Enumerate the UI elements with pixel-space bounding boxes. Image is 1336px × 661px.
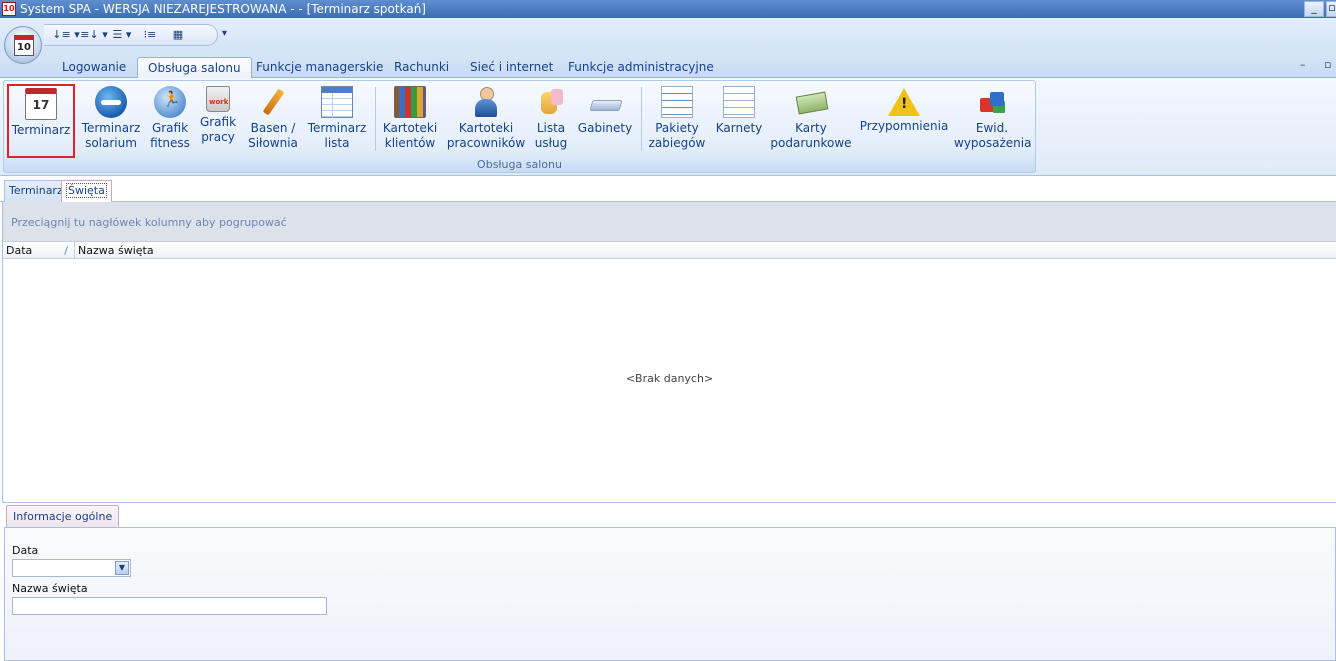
pakiety-zabiegow-button[interactable]: Pakiety zabiegów: [648, 84, 706, 158]
quick-access-toolbar: 10 ↓≡ ▾ ≡↓ ▾ ☰ ▾ ⁝≡ ▦ ▾: [0, 18, 1336, 64]
tab-informacje-ogolne[interactable]: Informacje ogólne: [6, 505, 120, 527]
karnety-button[interactable]: Karnety: [712, 84, 766, 158]
karnety-label: Karnety: [715, 121, 763, 135]
kartoteki-klientow-button[interactable]: Kartoteki klientów: [382, 84, 438, 158]
money-icon: [795, 86, 827, 118]
details-form: Data ▼ Nazwa święta: [4, 527, 1336, 661]
tab-swieta-label: Święta: [66, 183, 107, 198]
list-icon: [723, 86, 755, 118]
date-field-label: Data: [12, 544, 39, 557]
list-view-button[interactable]: ⁝≡: [136, 26, 164, 44]
sort-indicator-icon: /: [64, 244, 68, 257]
application-menu-button[interactable]: 10: [4, 26, 42, 64]
basen-silownia-button[interactable]: Basen / Siłownia: [245, 84, 301, 158]
empty-grid-message: <Brak danych>: [625, 372, 714, 385]
calendar-icon: 17: [25, 88, 57, 120]
grafik-pracy-button[interactable]: Grafik pracy: [196, 84, 240, 158]
runner-icon: [154, 86, 186, 118]
terminarz-button[interactable]: 17 Terminarz: [7, 84, 75, 158]
ribbon-group-label: Obsługa salonu: [477, 158, 562, 171]
terminarz-solarium-label: Terminarz solarium: [81, 121, 141, 150]
ribbon-separator: [375, 87, 376, 151]
terminarz-lista-label: Terminarz lista: [307, 121, 367, 150]
tab-funkcje-administracyjne[interactable]: Funkcje administracyjne: [558, 57, 724, 78]
tab-obsluga-salonu[interactable]: Obsługa salonu: [137, 57, 252, 79]
bed-icon: [589, 86, 621, 118]
karty-podarunkowe-label: Karty podarunkowe: [770, 121, 852, 150]
grafik-fitness-button[interactable]: Grafik fitness: [148, 84, 192, 158]
hand-icon: [535, 86, 567, 118]
cubes-icon: [976, 86, 1008, 118]
tab-terminarz[interactable]: Terminarz: [4, 180, 68, 202]
tab-siec-i-internet[interactable]: Sieć i internet: [460, 57, 563, 78]
minimize-button[interactable]: _: [1304, 1, 1324, 17]
basen-silownia-label: Basen / Siłownia: [248, 121, 298, 150]
date-field[interactable]: ▼: [12, 559, 131, 577]
gabinety-label: Gabinety: [577, 121, 633, 135]
sort-descending-button[interactable]: ≡↓ ▾: [80, 26, 108, 44]
work-mug-icon: [206, 86, 230, 112]
pakiety-zabiegow-label: Pakiety zabiegów: [648, 121, 706, 150]
checklist-icon: [661, 86, 693, 118]
przypomnienia-button[interactable]: Przypomnienia: [859, 84, 949, 158]
gabinety-button[interactable]: Gabinety: [576, 84, 634, 158]
terminarz-label: Terminarz: [11, 123, 71, 137]
column-header-nazwa-swieta[interactable]: Nazwa święta: [75, 242, 154, 259]
karty-podarunkowe-button[interactable]: Karty podarunkowe: [770, 84, 852, 158]
lista-uslug-label: Lista usług: [534, 121, 568, 150]
ribbon-separator: [641, 87, 642, 151]
kartoteki-klientow-label: Kartoteki klientów: [382, 121, 438, 150]
details-panel: Informacje ogólne Data ▼ Nazwa święta: [2, 502, 1336, 661]
window-title: System SPA - WERSJA NIEZAREJESTROWANA - …: [20, 2, 426, 16]
chevron-down-icon[interactable]: ▼: [115, 561, 129, 575]
lista-uslug-button[interactable]: Lista usług: [530, 84, 572, 158]
quick-access-buttons: ↓≡ ▾ ≡↓ ▾ ☰ ▾ ⁝≡ ▦: [44, 24, 218, 46]
ribbon-tabs: Logowanie Obsługa salonu Funkcje manager…: [0, 52, 1336, 79]
calendar-icon: 10: [14, 35, 34, 56]
tab-funkcje-managerskie[interactable]: Funkcje managerskie: [246, 57, 393, 78]
grafik-pracy-label: Grafik pracy: [199, 115, 237, 144]
kartoteki-pracownikow-button[interactable]: Kartoteki pracowników: [444, 84, 528, 158]
tab-swieta[interactable]: Święta: [61, 180, 112, 202]
solarium-icon: [95, 86, 127, 118]
przypomnienia-label: Przypomnienia: [859, 119, 949, 133]
person-icon: [470, 86, 502, 118]
title-bar: 10 System SPA - WERSJA NIEZAREJESTROWANA…: [0, 0, 1336, 18]
tab-logowanie[interactable]: Logowanie: [52, 57, 136, 78]
ribbon-restore-button[interactable]: ▫: [1324, 58, 1331, 71]
column-header-data-label: Data: [6, 244, 33, 257]
group-by-panel[interactable]: Przeciągnij tu nagłówek kolumny aby pogr…: [3, 202, 1336, 241]
books-icon: [394, 86, 426, 118]
holidays-grid: Przeciągnij tu nagłówek kolumny aby pogr…: [2, 202, 1336, 502]
ribbon-panel: 17 Terminarz Terminarz solarium Grafik f…: [0, 78, 1336, 176]
kartoteki-pracownikow-label: Kartoteki pracowników: [446, 121, 526, 150]
restore-button[interactable]: ▫: [1326, 1, 1336, 17]
column-header-data[interactable]: Data /: [3, 242, 75, 259]
ribbon-minimize-button[interactable]: –: [1300, 58, 1306, 71]
ewid-wyposazenia-label: Ewid. wyposażenia: [954, 121, 1032, 150]
grafik-fitness-label: Grafik fitness: [150, 121, 190, 150]
terminarz-solarium-button[interactable]: Terminarz solarium: [80, 84, 142, 158]
layout-button[interactable]: ▦: [164, 26, 192, 44]
holiday-name-label: Nazwa święta: [12, 582, 88, 595]
column-headers: Data / Nazwa święta: [3, 241, 1336, 259]
document-tabs: Terminarz Święta: [0, 176, 1336, 202]
terminarz-lista-button[interactable]: Terminarz lista: [306, 84, 368, 158]
tab-rachunki[interactable]: Rachunki: [384, 57, 459, 78]
ewid-wyposazenia-button[interactable]: Ewid. wyposażenia: [954, 84, 1032, 158]
table-icon: [321, 86, 353, 118]
sort-ascending-button[interactable]: ↓≡ ▾: [52, 26, 80, 44]
pencil-icon: [257, 86, 289, 118]
ribbon-group-obsluga-salonu: 17 Terminarz Terminarz solarium Grafik f…: [3, 80, 1036, 173]
customize-quick-access-icon[interactable]: ▾: [222, 28, 227, 39]
holiday-name-field[interactable]: [12, 597, 327, 615]
app-icon: 10: [2, 2, 16, 16]
tree-view-button[interactable]: ☰ ▾: [108, 26, 136, 44]
warning-icon: [888, 88, 920, 116]
